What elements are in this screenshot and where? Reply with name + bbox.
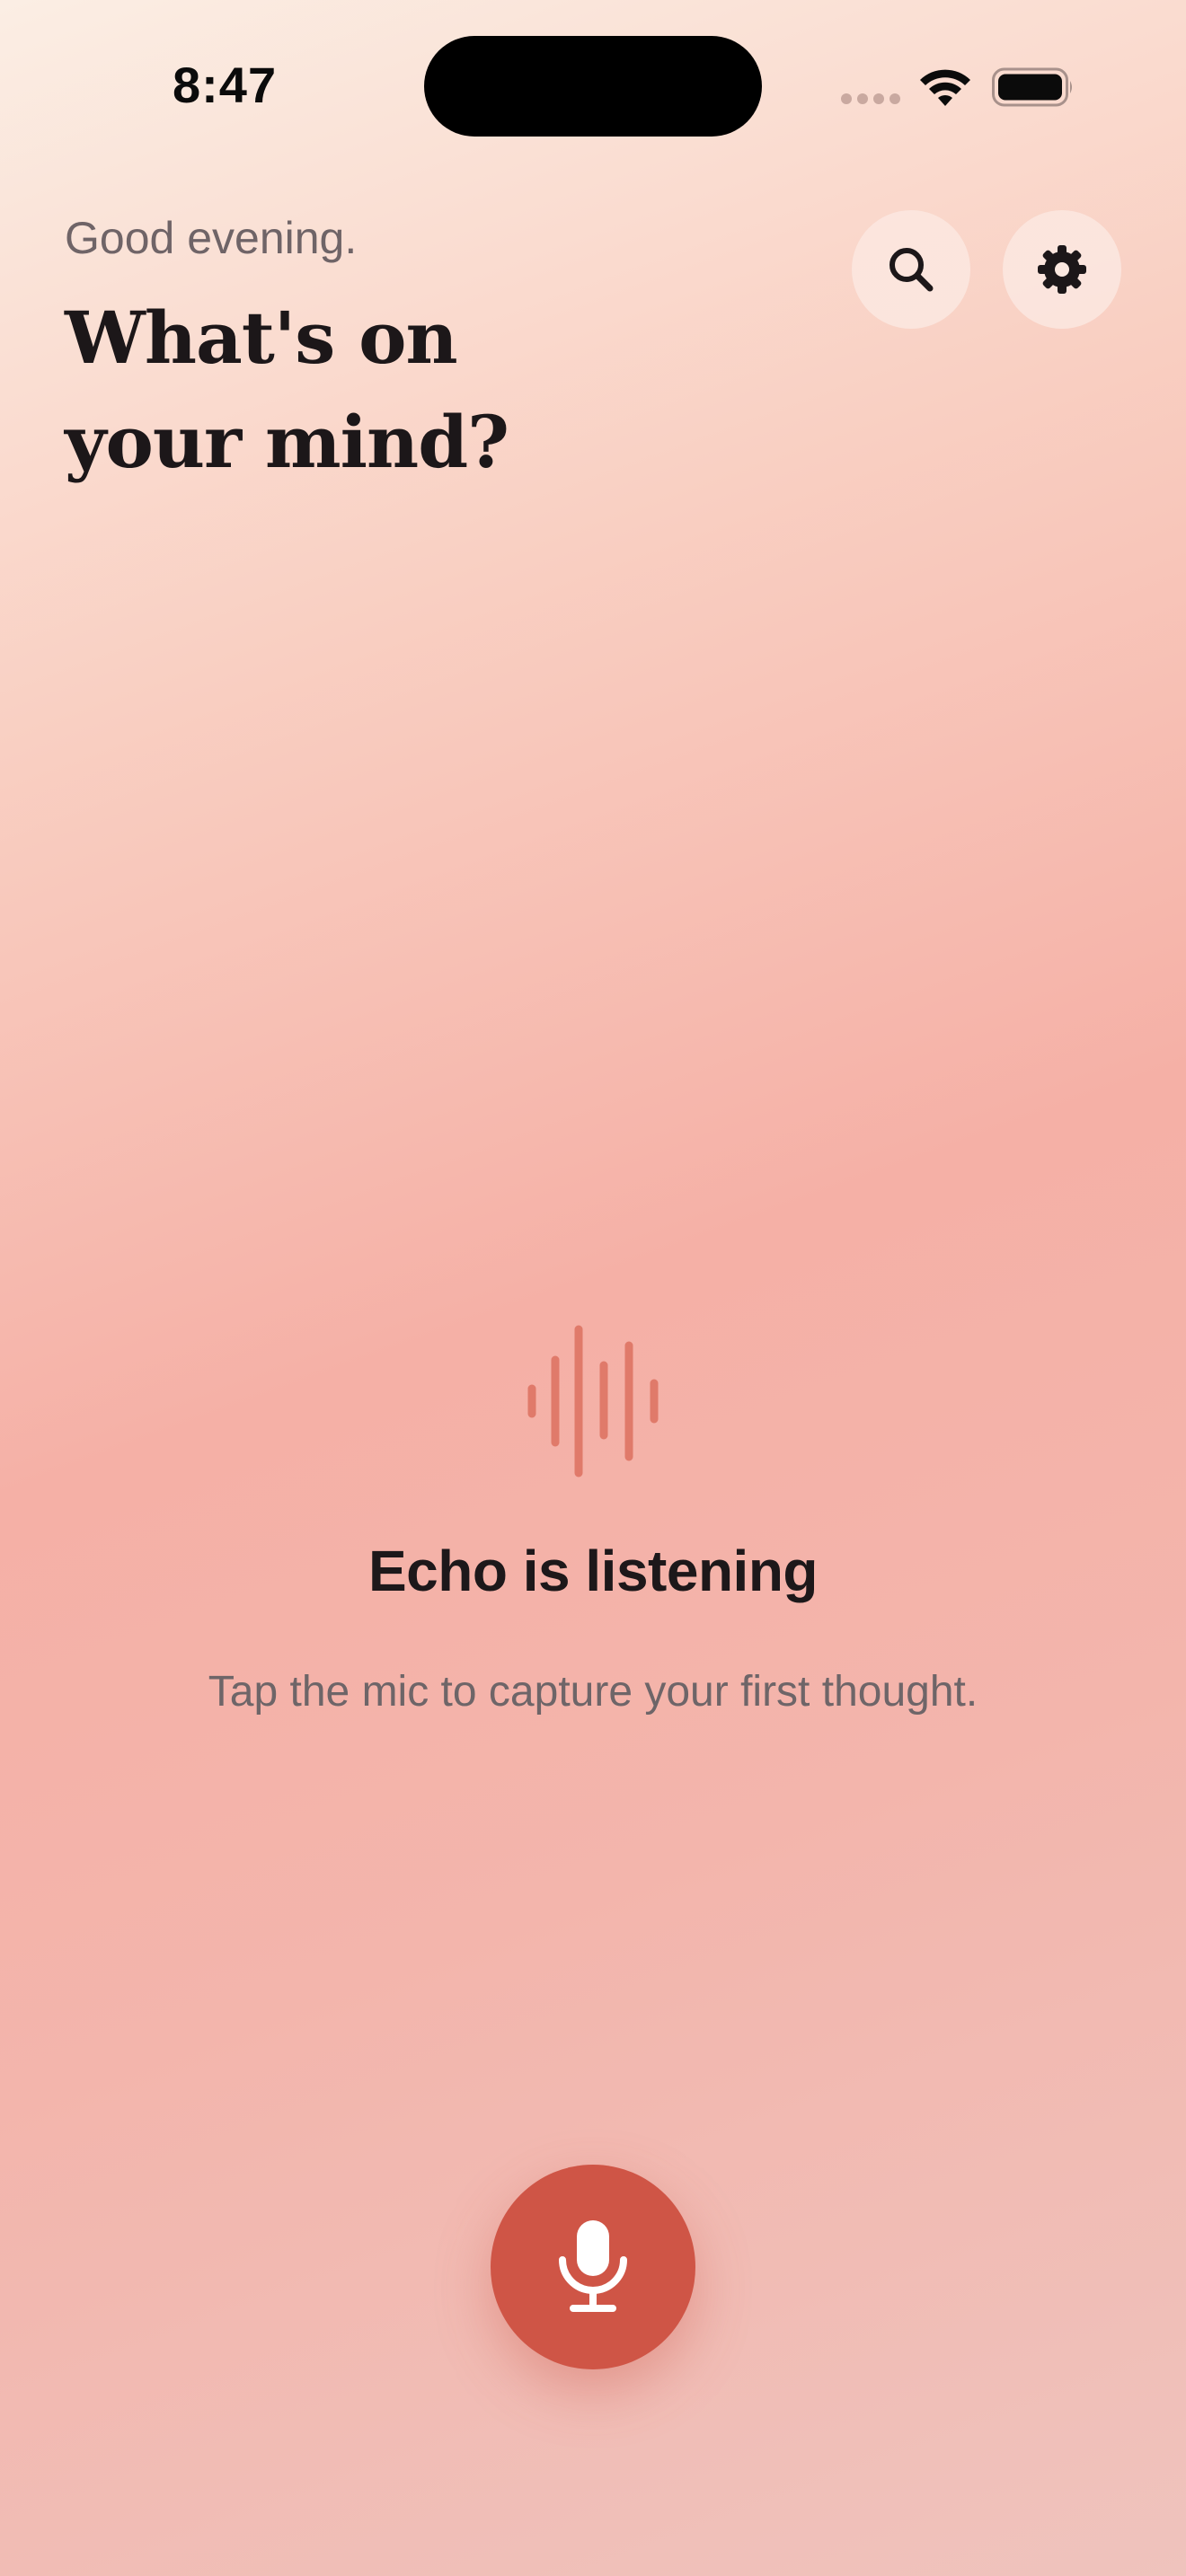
settings-button[interactable] — [1003, 210, 1121, 329]
gear-icon — [1038, 245, 1086, 294]
cellular-signal-icon — [841, 93, 900, 104]
screen: 8:47 Good evening. What's on your mind? — [0, 0, 1186, 2576]
page-title: What's on your mind? — [65, 296, 509, 484]
status-time: 8:47 — [173, 57, 278, 113]
empty-state-subtitle: Tap the mic to capture your first though… — [208, 1668, 978, 1716]
record-button[interactable] — [491, 2165, 695, 2369]
battery-icon — [992, 67, 1072, 107]
search-icon — [890, 248, 934, 292]
microphone-icon — [559, 2220, 627, 2312]
waveform-icon — [527, 1325, 659, 1478]
search-button[interactable] — [852, 210, 970, 329]
wifi-icon — [920, 69, 970, 106]
greeting-text: Good evening. — [65, 213, 358, 263]
dynamic-island — [424, 36, 762, 137]
empty-state-title: Echo is listening — [367, 1539, 819, 1603]
